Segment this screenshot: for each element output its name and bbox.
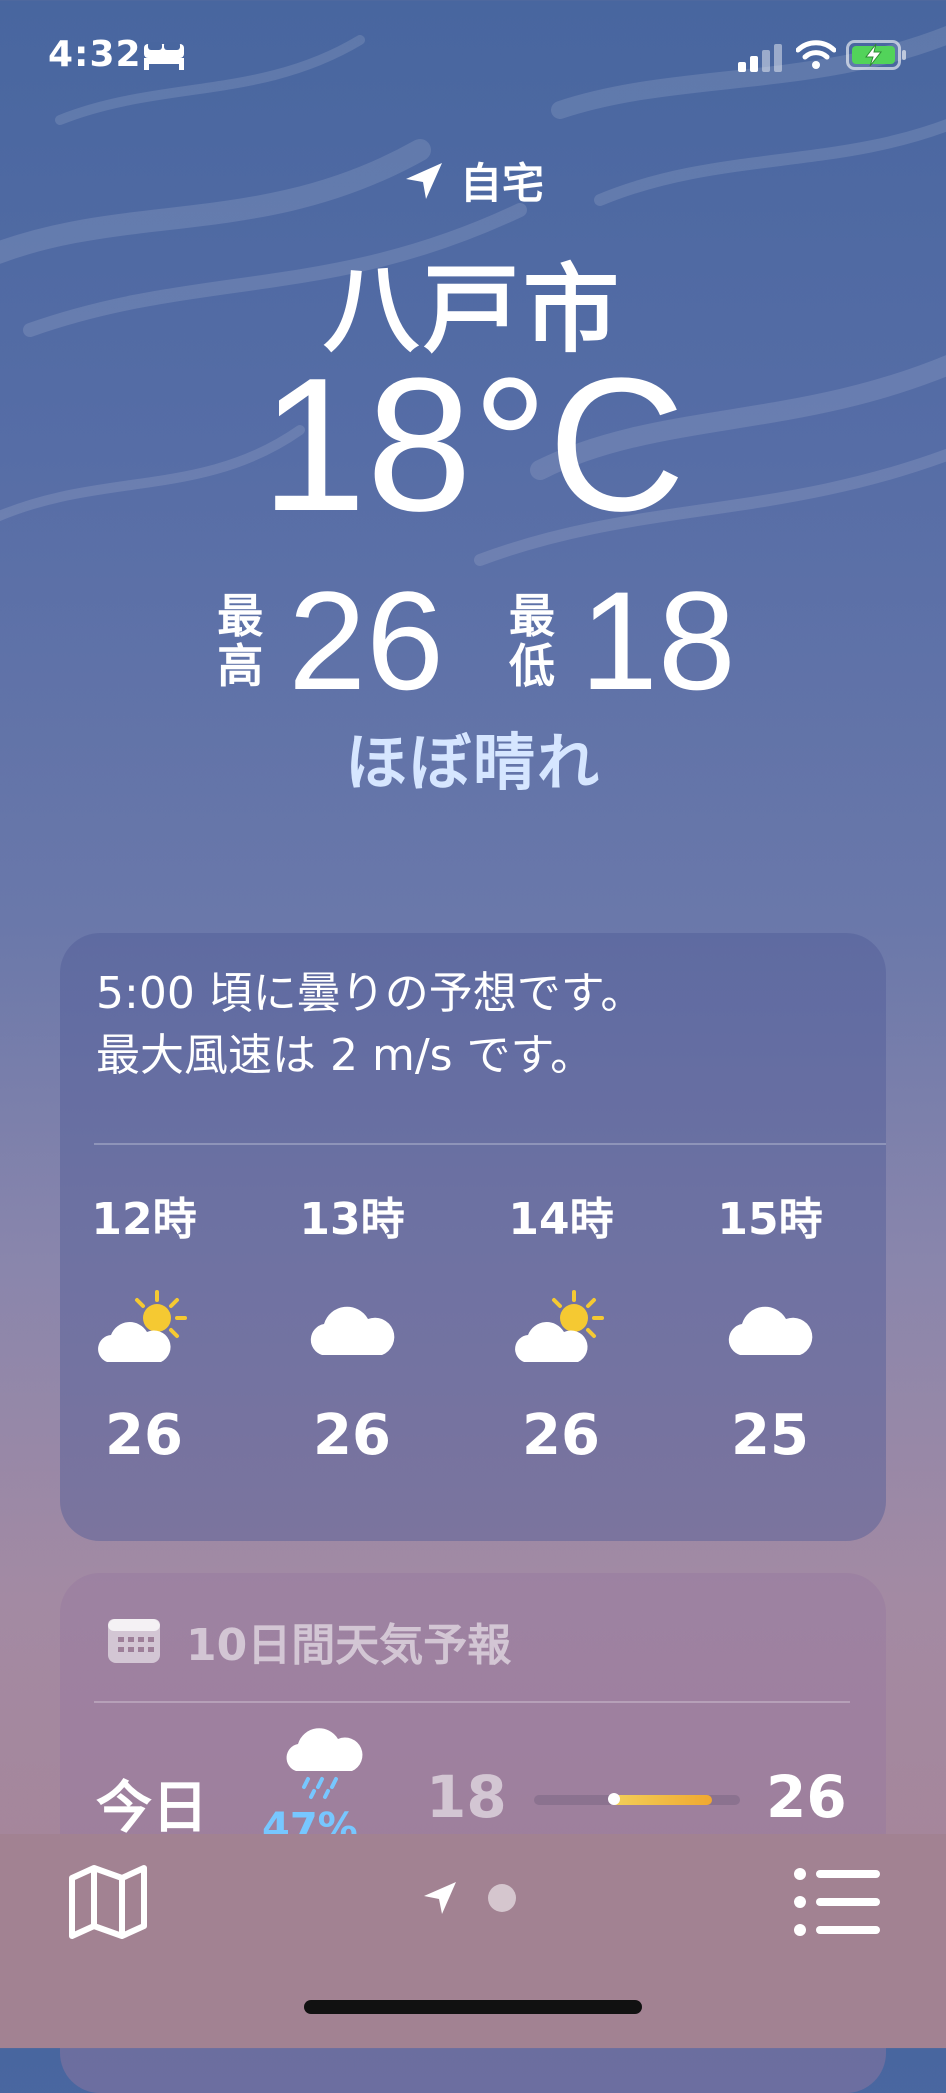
divider bbox=[94, 1143, 886, 1145]
status-bar: 4:32 bbox=[0, 0, 946, 120]
cloud-rain-icon bbox=[286, 1728, 363, 1799]
day-low-temp: 18 bbox=[426, 1763, 507, 1831]
low-label: 最 低 bbox=[509, 589, 555, 693]
hour-item: 14時 26 bbox=[481, 1183, 641, 1468]
partly-sunny-icon bbox=[515, 1290, 604, 1362]
weather-condition: ほぼ晴れ bbox=[344, 726, 601, 799]
hour-item: 12時 26 bbox=[64, 1183, 224, 1468]
battery-charging-icon bbox=[846, 40, 906, 70]
status-time: 4:32 bbox=[48, 34, 142, 75]
cloud-icon bbox=[728, 1306, 813, 1355]
cellular-signal-icon bbox=[738, 44, 782, 72]
high-temperature: 26 bbox=[288, 562, 444, 719]
sleep-mode-icon bbox=[144, 42, 184, 70]
cloud-icon bbox=[310, 1306, 395, 1355]
wifi-icon bbox=[796, 40, 836, 69]
bottom-toolbar bbox=[0, 1834, 946, 2048]
map-icon[interactable] bbox=[66, 1860, 150, 1944]
page-dot[interactable] bbox=[488, 1884, 516, 1912]
high-label: 最 高 bbox=[217, 589, 264, 693]
low-temperature: 18 bbox=[580, 562, 736, 719]
current-temp-marker bbox=[608, 1793, 620, 1805]
hourly-summary: 5:00 頃に曇りの予想です。 最大風速は 2 m/s です。 bbox=[96, 968, 645, 1081]
list-icon[interactable] bbox=[792, 1864, 882, 1940]
temperature-range-bar bbox=[534, 1793, 740, 1805]
temperature-range-fill bbox=[610, 1795, 712, 1805]
hour-item: 15時 25 bbox=[717, 1194, 823, 1468]
location-label: 自宅 bbox=[459, 159, 544, 208]
page-indicator[interactable] bbox=[420, 1878, 516, 1918]
ten-day-header: 10日間天気予報 bbox=[106, 1609, 511, 1673]
partly-sunny-icon bbox=[98, 1290, 187, 1362]
day-label: 今日 bbox=[96, 1776, 208, 1841]
current-location-page-icon[interactable] bbox=[420, 1878, 460, 1918]
location-row: 自宅 bbox=[0, 150, 946, 211]
calendar-icon bbox=[108, 1619, 160, 1663]
divider bbox=[94, 1701, 850, 1703]
hourly-forecast-card[interactable]: 5:00 頃に曇りの予想です。 最大風速は 2 m/s です。 12時 26 1… bbox=[60, 933, 886, 1541]
high-low-row: 最 高 26 最 低 18 bbox=[0, 560, 946, 722]
day-high-temp: 26 bbox=[766, 1763, 847, 1831]
hour-item: 13時 26 bbox=[299, 1194, 405, 1468]
ten-day-title: 10日間天気予報 bbox=[186, 1620, 512, 1671]
home-indicator[interactable] bbox=[304, 2000, 642, 2014]
current-temperature: 18°C bbox=[260, 339, 686, 551]
location-arrow-icon bbox=[405, 162, 442, 199]
